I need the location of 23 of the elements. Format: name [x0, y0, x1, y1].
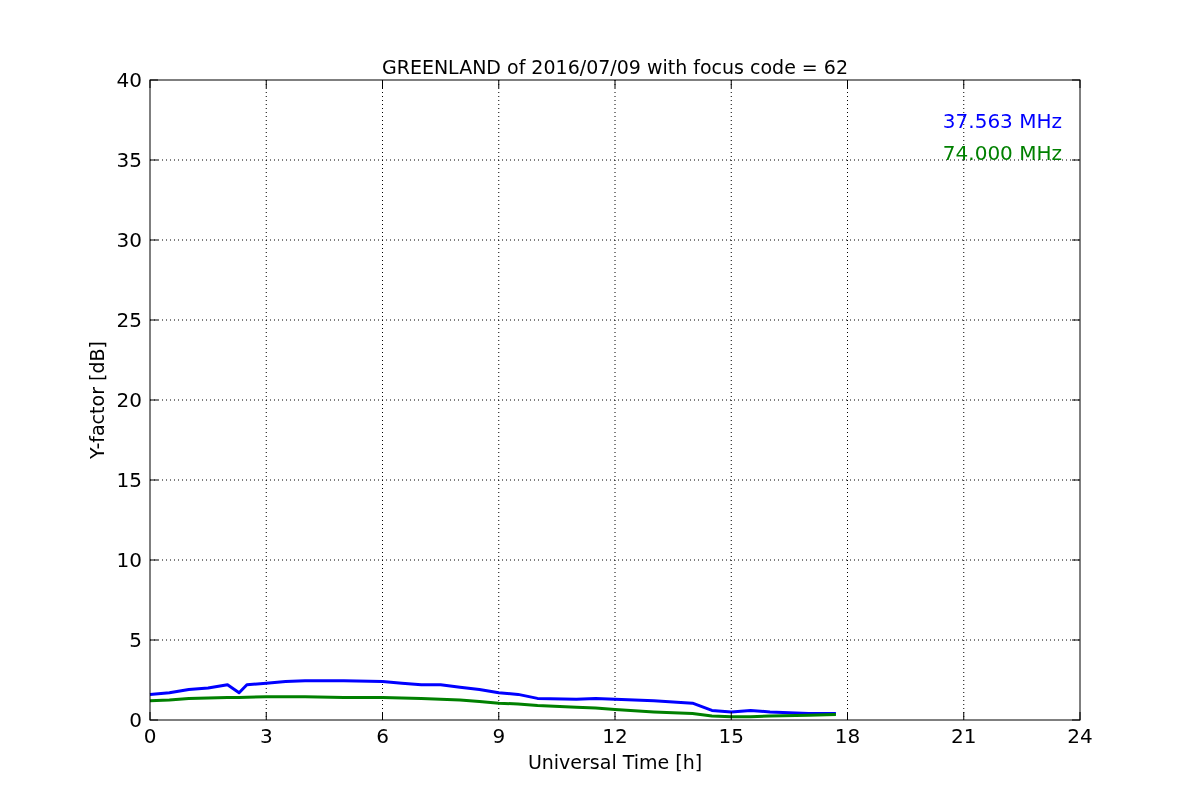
x-tick-label: 18 — [834, 724, 861, 748]
x-tick-label: 21 — [951, 724, 977, 748]
y-tick-label: 30 — [116, 228, 142, 252]
x-tick-label: 0 — [143, 724, 157, 748]
x-tick-label: 15 — [718, 724, 744, 748]
y-tick-label: 10 — [116, 548, 142, 572]
y-tick-label: 25 — [116, 308, 142, 332]
x-tick-label: 24 — [1067, 724, 1093, 748]
y-tick-label: 15 — [116, 468, 142, 492]
chart-title: GREENLAND of 2016/07/09 with focus code = 62 — [382, 56, 848, 78]
y-tick-label: 0 — [129, 708, 142, 732]
x-tick-label: 3 — [259, 724, 273, 748]
x-tick-label: 6 — [376, 724, 389, 748]
x-tick-label: 9 — [492, 724, 506, 748]
y-tick-label: 5 — [129, 628, 142, 652]
y-tick-label: 20 — [116, 388, 142, 412]
y-tick-label: 40 — [116, 68, 142, 92]
legend-label: 74.000 MHz — [942, 141, 1062, 165]
legend-label: 37.563 MHz — [942, 109, 1062, 133]
x-tick-label: 12 — [602, 724, 628, 748]
x-axis-label: Universal Time [h] — [527, 751, 703, 773]
y-axis-label: Y-factor [dB] — [86, 341, 108, 459]
y-tick-label: 35 — [116, 148, 142, 172]
